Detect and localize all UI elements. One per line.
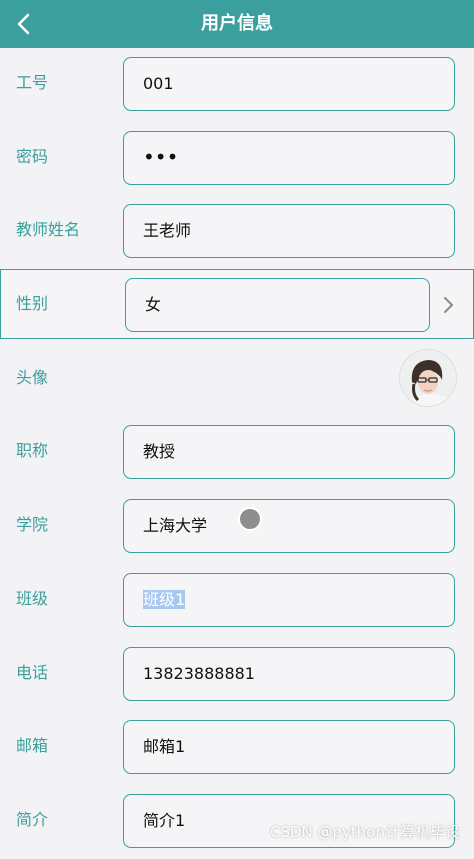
title-rank-input[interactable]: 教授 bbox=[123, 425, 455, 480]
class-input[interactable]: 班级1 bbox=[123, 572, 455, 627]
teacher-name-input[interactable]: 王老师 bbox=[123, 204, 455, 259]
phone-label: 电话 bbox=[16, 662, 49, 682]
form-row-phone: 电话 13823888881 bbox=[0, 637, 474, 708]
title-rank-label: 职称 bbox=[16, 441, 49, 461]
class-label: 班级 bbox=[16, 588, 49, 608]
chevron-right-icon[interactable] bbox=[441, 295, 457, 315]
college-label: 学院 bbox=[16, 515, 49, 535]
teacher-name-label: 教师姓名 bbox=[16, 220, 81, 240]
form-row-employee-id: 工号 001 bbox=[0, 48, 474, 118]
email-input[interactable]: 邮箱1 bbox=[123, 720, 455, 775]
employee-id-input[interactable]: 001 bbox=[123, 57, 455, 111]
employee-id-label: 工号 bbox=[16, 73, 49, 92]
form-row-email: 邮箱 邮箱1 bbox=[0, 711, 474, 782]
gender-label: 性别 bbox=[16, 294, 49, 314]
form-row-avatar: 头像 bbox=[0, 342, 474, 413]
avatar-label: 头像 bbox=[16, 367, 49, 387]
form-row-password: 密码 ••• bbox=[0, 121, 474, 192]
page-title: 用户信息 bbox=[201, 13, 273, 34]
intro-label: 简介 bbox=[16, 809, 49, 829]
form-row-class: 班级 班级1 bbox=[0, 563, 474, 634]
user-info-form: 工号 001 密码 ••• 教师姓名 王老师 性别 女 头像 职称 教授 学院 … bbox=[0, 48, 474, 859]
avatar-photo bbox=[400, 349, 456, 406]
avatar[interactable] bbox=[399, 348, 457, 407]
top-bar: 用户信息 bbox=[0, 0, 474, 48]
class-value-selected: 班级1 bbox=[143, 589, 186, 609]
form-row-title-rank: 职称 教授 bbox=[0, 416, 474, 487]
form-row-teacher-name: 教师姓名 王老师 bbox=[0, 195, 474, 266]
phone-input[interactable]: 13823888881 bbox=[123, 646, 455, 701]
password-label: 密码 bbox=[16, 146, 49, 166]
gender-select[interactable]: 女 bbox=[125, 278, 430, 333]
touch-cursor-indicator bbox=[238, 507, 262, 531]
form-row-intro: 简介 简介1 bbox=[0, 784, 474, 855]
watermark: CSDN @python计算机毕设 bbox=[269, 823, 460, 841]
form-row-college: 学院 上海大学 bbox=[0, 490, 474, 561]
password-input[interactable]: ••• bbox=[123, 130, 455, 185]
college-input[interactable]: 上海大学 bbox=[123, 499, 455, 554]
form-row-gender[interactable]: 性别 女 bbox=[0, 269, 474, 340]
email-label: 邮箱 bbox=[16, 736, 49, 756]
